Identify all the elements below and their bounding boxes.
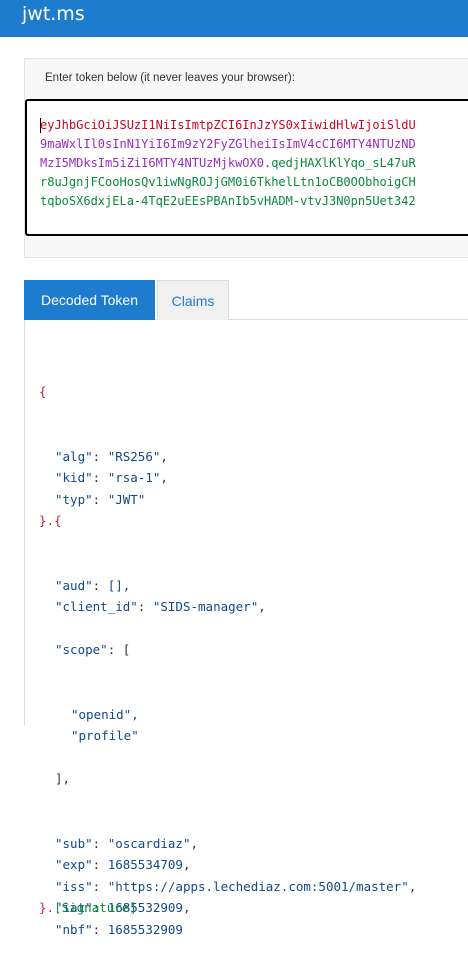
json-value: "https://apps.lechediaz.com:5001/master" — [107, 878, 409, 894]
json-scope-item: "openid", — [71, 706, 139, 722]
token-segment-green: qedjHAXlKlYqo_sL47uR — [271, 156, 416, 170]
json-key: "client_id" — [55, 599, 138, 614]
token-line: r8uJgnjFCooHosQv1iwNgROJjGM0i6TkhelLtn1o… — [40, 173, 416, 192]
json-close-brace: }. — [39, 900, 55, 915]
json-key: "aud" — [55, 577, 93, 593]
json-value: 1685534709 — [107, 857, 183, 872]
json-row: "kid": "rsa-1", — [55, 470, 168, 485]
json-trail: , — [182, 900, 191, 915]
json-trail: , — [160, 448, 168, 464]
json-trail: , — [408, 878, 417, 894]
token-text[interactable]: eyJhbGciOiJSUzI1NiIsImtpZCI6InJzYS0xIiwi… — [40, 116, 416, 211]
json-scope-close: ], — [55, 771, 71, 786]
json-key: "alg" — [55, 448, 93, 464]
decoded-token-panel: { "alg": "RS256", "kid": "rsa-1", "typ": "… — [24, 320, 468, 937]
json-open-brace: { — [39, 384, 47, 399]
token-textarea[interactable]: eyJhbGciOiJSUzI1NiIsImtpZCI6InJzYS0xIiwi… — [25, 99, 468, 236]
json-value: "JWT" — [107, 491, 146, 507]
json-row: "sub": "oscardiaz", — [55, 835, 199, 851]
result-tabs: Decoded Token Claims — [24, 280, 468, 320]
json-signature: [Signature] — [54, 900, 137, 915]
json-row: "iss": "https://apps.lechediaz.com:5001/… — [55, 878, 417, 894]
json-value: [] — [107, 577, 123, 593]
token-line: MzI5MDksIm5iZiI6MTY4NTUzMjkwOX0.qedjHAXl… — [40, 154, 416, 173]
token-line: tqboSX6dxjELa-4TqE2uEEsPBAnIb5vHADM-vtvJ… — [40, 192, 416, 211]
token-input-label: Enter token below (it never leaves your … — [45, 72, 295, 84]
json-value: "RS256" — [107, 448, 161, 464]
token-segment-purple: 9maWxlIl0sInN1YiI6Im9zY2FyZGlheiIsImV4cC… — [40, 137, 416, 151]
json-key: "kid" — [55, 470, 93, 485]
top-bar: jwt.ms — [0, 0, 468, 37]
json-trail: , — [122, 577, 131, 593]
tab-decoded-token[interactable]: Decoded Token — [24, 280, 155, 320]
json-signature-line: }.[Signature] — [39, 897, 416, 919]
token-segment-purple: MzI5MDksIm5iZiI6MTY4NTUzMjkwOX0. — [40, 156, 272, 170]
json-scope-line: "scope": [ — [55, 642, 131, 657]
json-scope-item: "profile" — [71, 728, 139, 743]
json-value: "oscardiaz" — [107, 835, 191, 851]
json-trail: , — [182, 857, 191, 872]
decoded-json: { "alg": "RS256", "kid": "rsa-1", "typ": "… — [39, 338, 416, 962]
json-value: 1685532909 — [107, 921, 183, 937]
json-header-close: }.{ — [39, 513, 62, 528]
json-key: "sub" — [55, 835, 93, 851]
json-key: "exp" — [55, 857, 93, 872]
token-line: 9maWxlIl0sInN1YiI6Im9zY2FyZGlheiIsImV4cC… — [40, 135, 416, 154]
token-input-panel: Enter token below (it never leaves your … — [24, 58, 468, 258]
json-value: "rsa-1" — [107, 470, 161, 485]
json-value: "SIDS-manager" — [152, 599, 259, 614]
json-row: "exp": 1685534709, — [55, 857, 191, 872]
tab-claims[interactable]: Claims — [157, 280, 229, 320]
json-row: "nbf": 1685532909 — [55, 921, 183, 937]
app-title[interactable]: jwt.ms — [22, 3, 85, 25]
json-row: "client_id": "SIDS-manager", — [55, 599, 266, 614]
json-key: "scope" — [55, 642, 108, 657]
token-segment-red: eyJhbGciOiJSUzI1NiIsImtpZCI6InJzYS0xIiwi… — [40, 118, 416, 132]
json-key: "nbf" — [55, 921, 93, 937]
json-row: "typ": "JWT" — [55, 491, 146, 507]
json-row: "alg": "RS256", — [55, 448, 168, 464]
json-trail: , — [258, 599, 266, 614]
json-trail: , — [190, 835, 199, 851]
json-key: "iss" — [55, 878, 93, 894]
json-key: "typ" — [55, 491, 93, 507]
json-row: "aud": [], — [55, 577, 131, 593]
text-caret — [40, 118, 41, 133]
json-trail: , — [160, 470, 168, 485]
token-segment-green: tqboSX6dxjELa-4TqE2uEEsPBAnIb5vHADM-vtvJ… — [40, 194, 416, 208]
token-line: eyJhbGciOiJSUzI1NiIsImtpZCI6InJzYS0xIiwi… — [40, 116, 416, 135]
token-segment-green: r8uJgnjFCooHosQv1iwNgROJjGM0i6TkhelLtn1o… — [40, 175, 416, 189]
